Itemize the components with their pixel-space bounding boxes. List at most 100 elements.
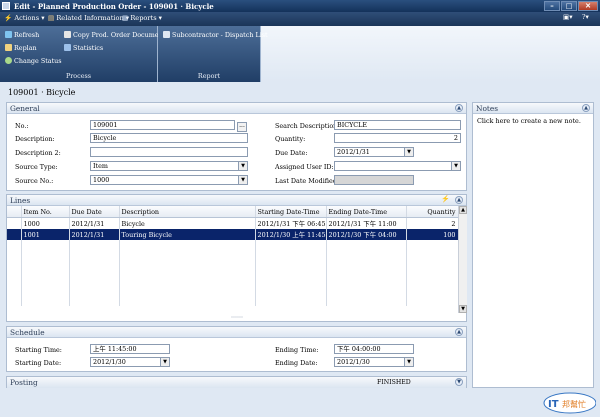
quantity-field[interactable]: 2	[334, 133, 461, 143]
help-icon[interactable]: ?▾	[582, 13, 589, 21]
calendar-dropdown-icon[interactable]: ▼	[160, 358, 169, 366]
related-information-menu[interactable]: ▤ Related Information ▾	[48, 14, 129, 22]
empty-row[interactable]	[7, 295, 459, 306]
table-cell[interactable]: Bicycle	[119, 217, 256, 229]
ribbon: Refresh Replan Change Status Copy Prod. …	[0, 26, 600, 82]
scroll-up-icon[interactable]: ▲	[459, 206, 467, 214]
assist-edit-button[interactable]: ...	[237, 122, 247, 132]
table-cell[interactable]: 2012/1/31	[69, 229, 120, 240]
lines-header[interactable]: Lines ⚡ ▲	[7, 195, 466, 206]
refresh-button[interactable]: Refresh	[5, 31, 39, 39]
description2-field[interactable]	[90, 147, 248, 157]
source-type-label: Source Type:	[15, 163, 58, 171]
search-description-field[interactable]: BICYCLE	[334, 120, 461, 130]
svg-text:IT: IT	[548, 399, 559, 410]
dropdown-arrow-icon[interactable]: ▼	[238, 162, 247, 170]
table-cell[interactable]: 100	[406, 229, 459, 240]
collapse-chevron-icon[interactable]: ▲	[582, 104, 590, 112]
replan-icon	[5, 44, 12, 51]
description-field[interactable]: Bicycle	[90, 133, 248, 143]
change-status-button[interactable]: Change Status	[5, 57, 62, 65]
starting-time-field[interactable]: 上午 11:45:00	[90, 344, 170, 354]
general-title: General	[10, 104, 40, 113]
minimize-button[interactable]: –	[544, 1, 560, 11]
source-type-select[interactable]: Item ▼	[90, 161, 248, 171]
folder-icon: ▤	[48, 14, 55, 22]
report-group: Subcontractor - Dispatch List Report	[158, 26, 268, 82]
close-button[interactable]: ✕	[578, 1, 598, 11]
table-cell[interactable]: 2012/1/31 下午 11:00	[326, 217, 407, 229]
table-cell[interactable]: 1000	[21, 217, 70, 229]
create-note-link[interactable]: Click here to create a new note.	[477, 117, 581, 125]
due-date-field[interactable]: 2012/1/31 ▼	[334, 147, 414, 157]
due-date-label: Due Date:	[275, 149, 308, 157]
row-selector[interactable]	[7, 229, 22, 240]
view-icon[interactable]: ▣▾	[563, 13, 573, 21]
ending-time-field[interactable]: 下午 04:00:00	[334, 344, 414, 354]
notes-header[interactable]: Notes ▲	[473, 103, 593, 114]
empty-row[interactable]	[7, 240, 459, 251]
calendar-dropdown-icon[interactable]: ▼	[404, 358, 413, 366]
actions-menu[interactable]: ⚡ Actions ▾	[4, 14, 45, 22]
column-header[interactable]: Starting Date-Time	[255, 206, 327, 218]
schedule-panel: Schedule ▲ Starting Time: 上午 11:45:00 St…	[6, 326, 467, 372]
starting-date-field[interactable]: 2012/1/30 ▼	[90, 357, 170, 367]
posting-panel: Posting FINISHED ▼	[6, 376, 467, 388]
dropdown-arrow-icon[interactable]: ▼	[451, 162, 460, 170]
maximize-button[interactable]: □	[561, 1, 577, 11]
source-no-value: 1000	[93, 176, 110, 184]
replan-button[interactable]: Replan	[5, 44, 37, 52]
column-header[interactable]: Due Date	[69, 206, 120, 218]
assigned-user-select[interactable]: ▼	[334, 161, 461, 171]
no-field[interactable]: 109001	[90, 120, 235, 130]
collapse-chevron-icon[interactable]: ▲	[455, 196, 463, 204]
lightning-icon[interactable]: ⚡	[441, 195, 450, 203]
table-cell[interactable]: 1001	[21, 229, 70, 240]
table-cell[interactable]: 2012/1/30 上午 11:45	[255, 229, 327, 240]
subcontractor-dispatch-list-button[interactable]: Subcontractor - Dispatch List	[163, 31, 268, 39]
empty-row[interactable]	[7, 251, 459, 262]
dropdown-arrow-icon[interactable]: ▼	[238, 176, 247, 184]
starting-date-label: Starting Date:	[15, 359, 62, 367]
column-header[interactable]: Description	[119, 206, 256, 218]
copy-prod-order-button[interactable]: Copy Prod. Order Document	[64, 31, 165, 39]
row-selector-header	[7, 206, 22, 218]
general-header[interactable]: General ▲	[7, 103, 466, 114]
reports-menu[interactable]: ▦ Reports ▾	[122, 14, 162, 22]
column-header[interactable]: Ending Date-Time	[326, 206, 407, 218]
resize-grip-icon[interactable]: ⋯⋯	[231, 314, 243, 321]
starting-time-label: Starting Time:	[15, 346, 62, 354]
starting-date-value: 2012/1/30	[93, 358, 126, 366]
lightning-icon: ⚡	[4, 14, 13, 22]
statistics-button[interactable]: Statistics	[64, 44, 103, 52]
table-cell[interactable]: Touring Bicycle	[119, 229, 256, 240]
ending-date-field[interactable]: 2012/1/30 ▼	[334, 357, 414, 367]
vertical-scrollbar[interactable]: ▲ ▼	[458, 206, 467, 313]
table-cell[interactable]: 2012/1/31 下午 06:45	[255, 217, 327, 229]
source-no-select[interactable]: 1000 ▼	[90, 175, 248, 185]
collapse-chevron-icon[interactable]: ▲	[455, 104, 463, 112]
source-type-value: Item	[93, 162, 108, 170]
table-row-selected[interactable]: 1001 2012/1/31 Touring Bicycle 2012/1/30…	[7, 229, 459, 240]
schedule-header[interactable]: Schedule ▲	[7, 327, 466, 338]
row-selector[interactable]	[7, 217, 22, 229]
table-cell[interactable]: 2012/1/30 下午 04:00	[326, 229, 407, 240]
table-cell[interactable]: 2	[406, 217, 459, 229]
scroll-down-icon[interactable]: ▼	[459, 305, 467, 313]
ending-date-label: Ending Date:	[275, 359, 318, 367]
copy-prod-order-label: Copy Prod. Order Document	[73, 31, 166, 39]
description2-label: Description 2:	[15, 149, 61, 157]
replan-label: Replan	[14, 44, 37, 52]
table-cell[interactable]: 2012/1/31	[69, 217, 120, 229]
column-header[interactable]: Item No.	[21, 206, 70, 218]
no-label: No.:	[15, 122, 29, 130]
collapse-chevron-icon[interactable]: ▲	[455, 328, 463, 336]
empty-row[interactable]	[7, 284, 459, 295]
table-row[interactable]: 1000 2012/1/31 Bicycle 2012/1/31 下午 06:4…	[7, 217, 459, 229]
empty-row[interactable]	[7, 273, 459, 284]
posting-header[interactable]: Posting FINISHED ▼	[7, 377, 466, 388]
empty-row[interactable]	[7, 262, 459, 273]
calendar-dropdown-icon[interactable]: ▼	[404, 148, 413, 156]
column-header[interactable]: Quantity	[406, 206, 459, 218]
expand-chevron-icon[interactable]: ▼	[455, 378, 463, 386]
